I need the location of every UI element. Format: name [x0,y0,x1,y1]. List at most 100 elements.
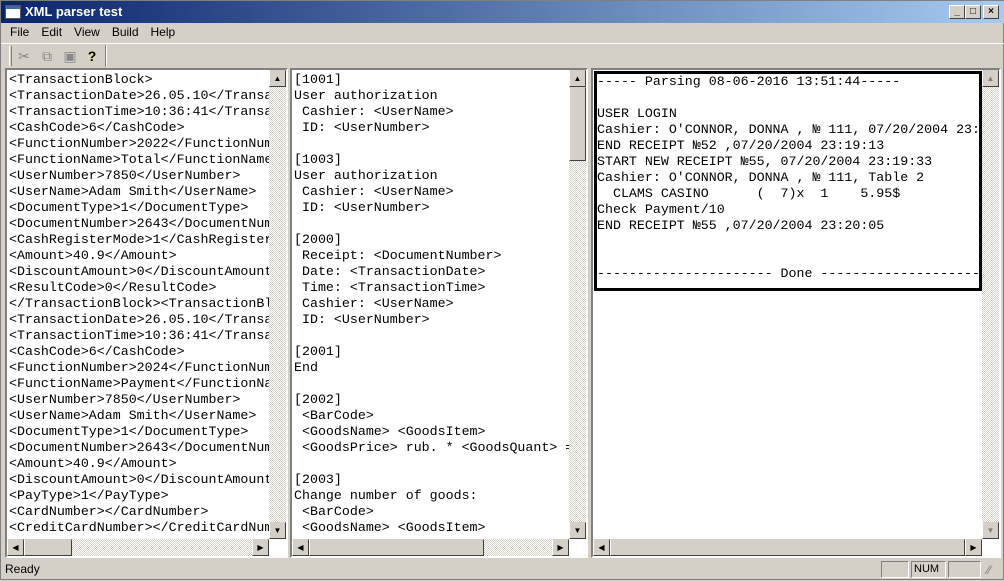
scroll-left-button[interactable]: ◀ [7,539,24,556]
menu-file[interactable]: File [4,23,35,42]
scroll-down-button[interactable]: ▼ [269,522,286,539]
text-line: Cashier: O'CONNOR, DONNA , № 111, 07/20/… [597,122,982,137]
caps-indicator [881,561,909,578]
text-line: <FunctionName>Total</FunctionName [9,152,271,167]
scroll-up-button[interactable]: ▲ [569,70,586,87]
xml-input-pane[interactable]: <TransactionBlock> <TransactionDate>26.05… [5,68,288,558]
scroll-left-button[interactable]: ◀ [593,539,610,556]
close-button[interactable]: × [983,5,999,19]
text-line: <UserNumber>7850</UserNumber> [9,392,241,407]
text-line: <GoodsName> <GoodsItem> [294,424,486,439]
text-line: <TransactionDate>26.05.10</Transa [9,312,271,327]
vertical-scrollbar[interactable]: ▲ ▼ [982,70,999,539]
text-line: ID: <UserNumber> [294,120,430,135]
text-line: </TransactionBlock><TransactionBl [9,296,271,311]
template-text[interactable]: [1001] User authorization Cashier: <UserN… [294,72,571,540]
text-line: Cashier: O'CONNOR, DONNA , № 111, Table … [597,170,925,185]
menu-build[interactable]: Build [106,23,145,42]
output-text[interactable]: ----- Parsing 08-06-2016 13:51:44----- US… [597,74,982,282]
text-line: <UserNumber>7850</UserNumber> [9,168,241,183]
xml-text[interactable]: <TransactionBlock> <TransactionDate>26.05… [9,72,271,540]
help-icon[interactable]: ? [81,47,103,65]
text-line: <CreditCardNumber></CreditCardNum [9,520,271,535]
text-line [294,376,571,392]
text-line: <GoodsName> <GoodsItem> [294,520,486,535]
text-line: <TransactionBlock> [9,72,153,87]
text-line: Date: <TransactionDate> [294,264,486,279]
text-line: <TransactionDate>26.05.10</Transa [9,88,271,103]
text-line: End [294,360,318,375]
copy-icon[interactable]: ⧉ [36,47,58,65]
scroll-down-button[interactable]: ▼ [982,522,999,539]
app-icon [5,5,21,19]
title-bar: XML parser test [1,1,1004,23]
scroll-right-button[interactable]: ▶ [252,539,269,556]
scroll-thumb[interactable] [569,87,586,161]
text-line: [1001] [294,72,342,87]
paste-icon[interactable]: ▣ [59,47,81,65]
text-line: <CashRegisterMode>1</CashRegister [9,232,271,247]
vertical-scrollbar[interactable]: ▲ ▼ [269,70,286,539]
text-line: [1003] [294,152,342,167]
resize-grip[interactable]: ⁄⁄ [987,563,991,577]
text-line [597,250,979,266]
text-line: Time: <TransactionTime> [294,280,486,295]
text-line: User authorization [294,168,438,183]
text-line: <BarCode> [294,504,374,519]
text-line [294,456,571,472]
text-line: ID: <UserNumber> [294,312,430,327]
window-title: XML parser test [25,4,123,19]
text-line: <CardNumber></CardNumber> [9,504,209,519]
horizontal-scrollbar[interactable]: ◀ ▶ [292,539,569,556]
scroll-thumb[interactable] [309,539,484,556]
status-text: Ready [5,562,40,576]
text-line: <DiscountAmount>0</DiscountAmount [9,264,271,279]
scroll-thumb[interactable] [610,539,965,556]
scroll-thumb[interactable] [24,539,72,556]
scroll-right-button[interactable]: ▶ [965,539,982,556]
text-line: [2000] [294,232,342,247]
cut-icon[interactable]: ✂ [13,47,35,65]
scroll-up-button[interactable]: ▲ [269,70,286,87]
text-line: <TransactionTime>10:36:41</Transa [9,328,271,343]
text-line: <FunctionNumber>2024</FunctionNum [9,360,271,375]
template-pane[interactable]: [1001] User authorization Cashier: <UserN… [290,68,588,558]
text-line: START NEW RECEIPT №55, 07/20/2004 23:19:… [597,154,933,169]
scroll-down-button[interactable]: ▼ [569,522,586,539]
horizontal-scrollbar[interactable]: ◀ ▶ [7,539,269,556]
text-line: END RECEIPT №52 ,07/20/2004 23:19:13 [597,138,885,153]
text-line: <DiscountAmount>0</DiscountAmount [9,472,271,487]
minimize-button[interactable]: _ [949,5,965,19]
text-line [294,328,571,344]
num-indicator: NUM [911,561,946,578]
text-line: <DocumentType>1</DocumentType> [9,200,249,215]
scroll-left-button[interactable]: ◀ [292,539,309,556]
text-line: [2003] [294,472,342,487]
text-line: <UserName>Adam Smith</UserName> [9,184,257,199]
toolbar-grip[interactable] [9,46,12,66]
menu-bar: File Edit View Build Help [1,23,181,42]
scroll-up-button[interactable]: ▲ [982,70,999,87]
text-line: Change number of goods: [294,488,478,503]
scroll-right-button[interactable]: ▶ [552,539,569,556]
maximize-button[interactable]: □ [965,5,981,19]
output-box: ----- Parsing 08-06-2016 13:51:44----- US… [594,71,982,291]
text-line: <BarCode> [294,408,374,423]
text-line: Cashier: <UserName> [294,104,454,119]
text-line: [2002] [294,392,342,407]
menu-view[interactable]: View [68,23,106,42]
text-line [294,216,571,232]
menu-edit[interactable]: Edit [35,23,68,42]
menu-help[interactable]: Help [145,23,182,42]
text-line: <DocumentType>1</DocumentType> [9,424,249,439]
text-line: END RECEIPT №55 ,07/20/2004 23:20:05 [597,218,885,233]
text-line: [2001] [294,344,342,359]
text-line: USER LOGIN [597,106,677,121]
text-line [597,234,979,250]
vertical-scrollbar[interactable]: ▲ ▼ [569,70,586,539]
status-bar: Ready NUM ⁄⁄ [1,559,1004,581]
output-pane[interactable]: ----- Parsing 08-06-2016 13:51:44----- US… [591,68,1001,558]
toolbar: ✂ ⧉ ▣ ? [1,43,1004,67]
horizontal-scrollbar[interactable]: ◀ ▶ [593,539,982,556]
text-line: <Amount>40.9</Amount> [9,248,177,263]
